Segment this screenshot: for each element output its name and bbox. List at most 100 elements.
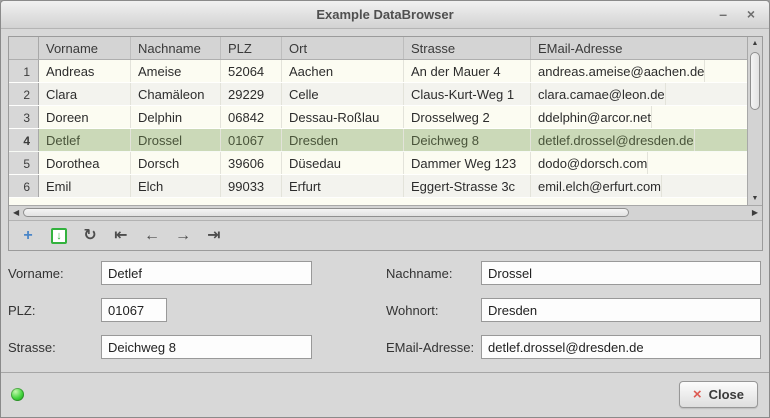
record-form: Vorname: PLZ: Strasse: Nachname: Wohnort: EM… xyxy=(8,261,761,366)
cell: Erfurt xyxy=(282,175,404,197)
close-x-icon: × xyxy=(693,387,702,402)
column-header-strasse[interactable]: Strasse xyxy=(404,37,531,59)
field-label-nachname: Nachname: xyxy=(386,266,481,281)
form-field-vorname: Vorname: xyxy=(8,261,313,285)
form-field-wohnort: Wohnort: xyxy=(386,298,761,322)
strasse-input[interactable] xyxy=(101,335,312,359)
horizontal-scrollbar-thumb[interactable] xyxy=(23,208,629,217)
refresh-icon: ↻ xyxy=(83,228,96,244)
cell: Delphin xyxy=(131,106,221,128)
save-record-button[interactable]: ↓ xyxy=(49,225,69,247)
column-header-ort[interactable]: Ort xyxy=(282,37,404,59)
app-window: Example DataBrowser – × VornameNachnameP… xyxy=(0,0,770,418)
cell: Emil xyxy=(39,175,131,197)
nachname-input[interactable] xyxy=(481,261,761,285)
window-title: Example DataBrowser xyxy=(1,7,769,22)
cell: 01067 xyxy=(221,129,282,151)
add-record-button[interactable]: + xyxy=(18,225,38,247)
previous-record-icon: ← xyxy=(144,228,160,244)
first-record-icon: ⇤ xyxy=(114,228,127,244)
vorname-input[interactable] xyxy=(101,261,312,285)
field-label-plz: PLZ: xyxy=(8,303,101,318)
data-browser-frame: VornameNachnamePLZOrtStrasseEMail-Adress… xyxy=(8,36,763,251)
form-col-right: Nachname: Wohnort: EMail-Adresse: xyxy=(386,261,761,372)
cell: emil.elch@erfurt.com xyxy=(531,175,662,197)
table-header: VornameNachnamePLZOrtStrasseEMail-Adress… xyxy=(9,37,762,60)
cell: Drosselweg 2 xyxy=(404,106,531,128)
cell: Clara xyxy=(39,83,131,105)
cell: 29229 xyxy=(221,83,282,105)
vertical-scrollbar-thumb[interactable] xyxy=(750,52,760,110)
email-input[interactable] xyxy=(481,335,761,359)
scroll-left-icon[interactable]: ◀ xyxy=(13,208,19,217)
data-table: VornameNachnamePLZOrtStrasseEMail-Adress… xyxy=(9,37,762,220)
row-number: 6 xyxy=(9,175,39,197)
last-record-button[interactable]: ⇥ xyxy=(204,225,224,247)
vertical-scrollbar[interactable]: ▲ ▼ xyxy=(747,37,762,205)
next-record-button[interactable]: → xyxy=(173,225,193,247)
cell: Drossel xyxy=(131,129,221,151)
cell: Dresden xyxy=(282,129,404,151)
row-number: 5 xyxy=(9,152,39,174)
form-field-plz: PLZ: xyxy=(8,298,313,322)
table-empty-area xyxy=(9,198,747,205)
cell: Aachen xyxy=(282,60,404,82)
cell: Eggert-Strasse 3c xyxy=(404,175,531,197)
save-icon: ↓ xyxy=(51,228,67,244)
cell: Deichweg 8 xyxy=(404,129,531,151)
window-close-icon[interactable]: × xyxy=(747,6,755,22)
minimize-icon[interactable]: – xyxy=(719,6,727,22)
refresh-button[interactable]: ↻ xyxy=(80,225,100,247)
next-record-icon: → xyxy=(175,228,191,244)
cell: detlef.drossel@dresden.de xyxy=(531,129,695,151)
cell: dodo@dorsch.com xyxy=(531,152,648,174)
column-header-email-adresse[interactable]: EMail-Adresse xyxy=(531,37,762,59)
table-row[interactable]: 6EmilElch99033ErfurtEggert-Strasse 3cemi… xyxy=(9,175,747,198)
table-row[interactable]: 3DoreenDelphin06842Dessau-RoßlauDrosselw… xyxy=(9,106,747,129)
horizontal-scrollbar[interactable]: ◀ ▶ xyxy=(9,205,762,220)
scroll-up-icon[interactable]: ▲ xyxy=(748,40,762,47)
column-header-nachname[interactable]: Nachname xyxy=(131,37,221,59)
table-row[interactable]: 1AndreasAmeise52064AachenAn der Mauer 4a… xyxy=(9,60,747,83)
table-body: 1AndreasAmeise52064AachenAn der Mauer 4a… xyxy=(9,60,747,198)
cell: Dessau-Roßlau xyxy=(282,106,404,128)
wohnort-input[interactable] xyxy=(481,298,761,322)
plz-input[interactable] xyxy=(101,298,167,322)
previous-record-button[interactable]: ← xyxy=(142,225,162,247)
form-field-email: EMail-Adresse: xyxy=(386,335,761,359)
cell: Claus-Kurt-Weg 1 xyxy=(404,83,531,105)
cell: andreas.ameise@aachen.de xyxy=(531,60,705,82)
cell: Düsedau xyxy=(282,152,404,174)
table-row[interactable]: 4DetlefDrossel01067DresdenDeichweg 8detl… xyxy=(9,129,747,152)
cell: Celle xyxy=(282,83,404,105)
scroll-down-icon[interactable]: ▼ xyxy=(748,195,762,202)
scroll-right-icon[interactable]: ▶ xyxy=(752,208,758,217)
statusbar-separator xyxy=(1,372,769,373)
form-field-strasse: Strasse: xyxy=(8,335,313,359)
table-row[interactable]: 5DorotheaDorsch39606DüsedauDammer Weg 12… xyxy=(9,152,747,175)
cell: Dorsch xyxy=(131,152,221,174)
row-number: 3 xyxy=(9,106,39,128)
cell: 52064 xyxy=(221,60,282,82)
cell: Detlef xyxy=(39,129,131,151)
record-toolbar: + ↓ ↻ ⇤ ← → ⇥ xyxy=(9,220,762,250)
column-header-plz[interactable]: PLZ xyxy=(221,37,282,59)
cell: Dorothea xyxy=(39,152,131,174)
field-label-email: EMail-Adresse: xyxy=(386,340,481,355)
column-header-vorname[interactable]: Vorname xyxy=(39,37,131,59)
form-col-left: Vorname: PLZ: Strasse: xyxy=(8,261,313,372)
close-button[interactable]: × Close xyxy=(679,381,758,408)
close-button-label: Close xyxy=(709,387,744,402)
field-label-strasse: Strasse: xyxy=(8,340,101,355)
cell: clara.camae@leon.de xyxy=(531,83,666,105)
cell: 06842 xyxy=(221,106,282,128)
titlebar[interactable]: Example DataBrowser – × xyxy=(1,1,769,29)
first-record-button[interactable]: ⇤ xyxy=(111,225,131,247)
row-number-header xyxy=(9,37,39,59)
table-row[interactable]: 2ClaraChamäleon29229CelleClaus-Kurt-Weg … xyxy=(9,83,747,106)
row-number: 1 xyxy=(9,60,39,82)
field-label-wohnort: Wohnort: xyxy=(386,303,481,318)
cell: An der Mauer 4 xyxy=(404,60,531,82)
cell: Chamäleon xyxy=(131,83,221,105)
last-record-icon: ⇥ xyxy=(207,228,220,244)
